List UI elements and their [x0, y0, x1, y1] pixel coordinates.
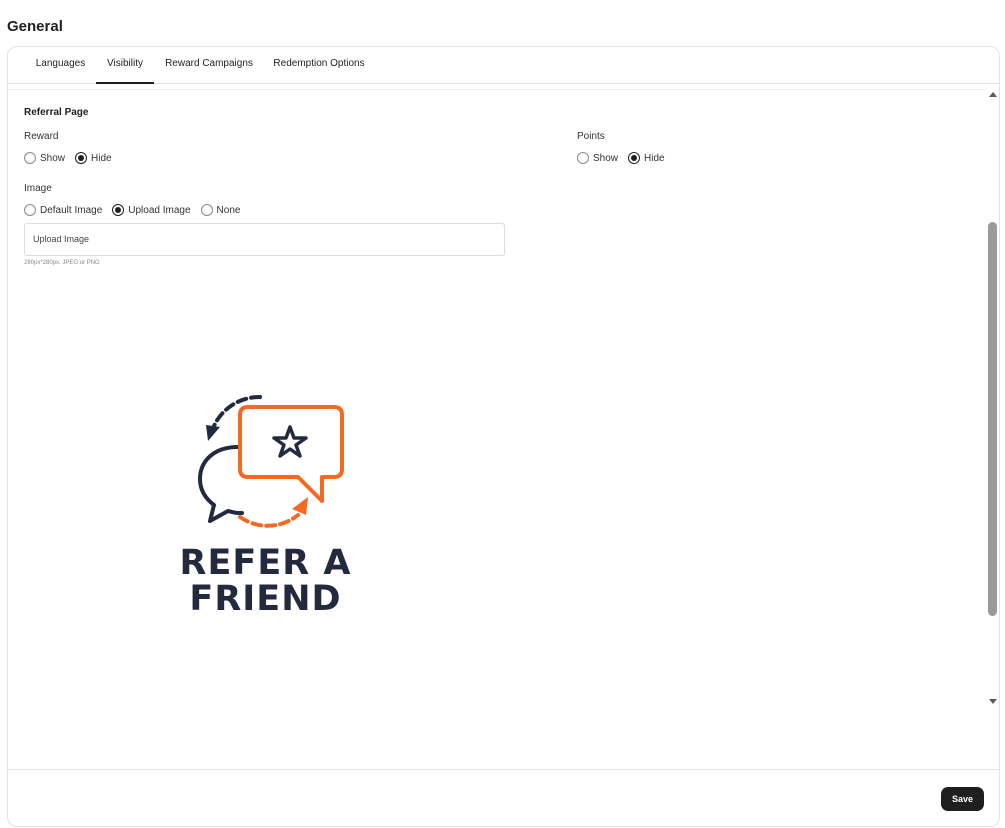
reward-label: Reward [24, 131, 59, 142]
scroll-thumb[interactable] [988, 222, 997, 616]
tab-visibility[interactable]: Visibility [96, 47, 154, 84]
radio-label: Show [593, 152, 619, 164]
points-show-radio[interactable]: Show [577, 152, 618, 164]
settings-card: Languages Visibility Reward Campaigns Re… [7, 46, 1000, 827]
radio-label: Hide [91, 152, 112, 164]
points-radio-group: Show Hide [577, 151, 675, 165]
image-upload-radio[interactable]: Upload Image [112, 204, 191, 216]
radio-label: None [216, 204, 241, 216]
image-radio-group: Default Image Upload Image None [24, 203, 250, 217]
save-button[interactable]: Save [941, 787, 984, 811]
radio-label: Default Image [40, 204, 103, 216]
preview-text-line1: REFER A [179, 543, 352, 583]
radio-label: Hide [644, 152, 665, 164]
content-scrollbar[interactable] [986, 89, 999, 769]
tab-redemption-options[interactable]: Redemption Options [269, 47, 369, 83]
image-none-radio[interactable]: None [200, 204, 241, 216]
scroll-down-arrow-icon[interactable] [989, 699, 997, 704]
image-default-radio[interactable]: Default Image [24, 204, 102, 216]
upload-image-field[interactable]: Upload Image [24, 223, 505, 256]
visibility-panel: Referral Page Reward Show Hide Points Sh… [8, 89, 986, 769]
radio-circle [112, 204, 125, 216]
points-label: Points [577, 131, 605, 142]
preview-text-line2: FRIEND [189, 579, 342, 619]
tab-reward-campaigns[interactable]: Reward Campaigns [161, 47, 257, 83]
image-label: Image [24, 183, 52, 194]
refer-chat-bubbles-icon [198, 394, 344, 528]
radio-circle [577, 152, 589, 164]
upload-hint: 280px*280px. JPEG or PNG [24, 260, 100, 266]
radio-circle [75, 152, 88, 164]
radio-label: Upload Image [128, 204, 191, 216]
page-title: General [7, 18, 63, 35]
points-hide-radio[interactable]: Hide [628, 152, 665, 164]
card-footer: Save [8, 769, 999, 826]
tab-bar: Languages Visibility Reward Campaigns Re… [8, 47, 999, 84]
reward-radio-group: Show Hide [24, 151, 122, 165]
radio-circle [24, 204, 36, 216]
reward-hide-radio[interactable]: Hide [75, 152, 112, 164]
radio-label: Show [40, 152, 66, 164]
section-title: Referral Page [24, 107, 89, 118]
radio-circle [628, 152, 641, 164]
radio-circle [24, 152, 36, 164]
reward-show-radio[interactable]: Show [24, 152, 65, 164]
radio-circle [200, 204, 213, 216]
scroll-up-arrow-icon[interactable] [989, 92, 997, 97]
tab-languages[interactable]: Languages [28, 47, 93, 83]
refer-a-friend-image: REFER A FRIEND [178, 385, 353, 625]
